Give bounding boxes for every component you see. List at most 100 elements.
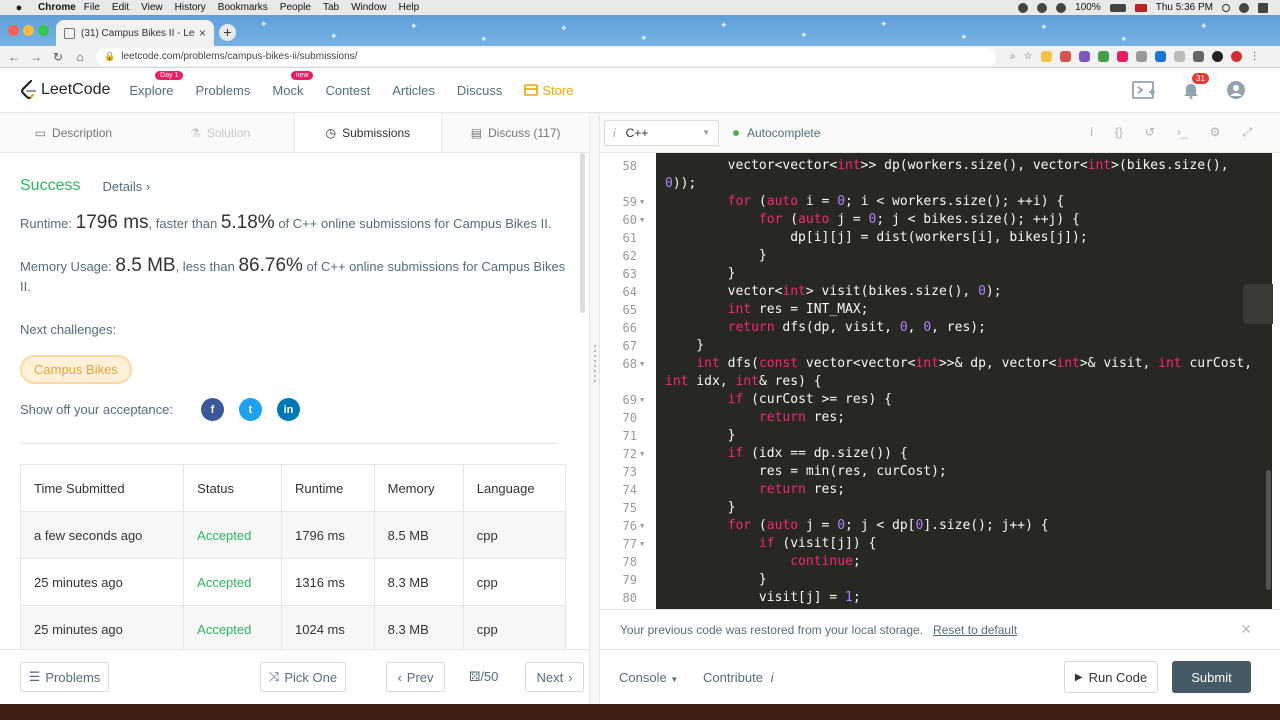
fold-arrow-icon[interactable]: ▼ [640, 193, 644, 211]
menu-view[interactable]: View [141, 2, 163, 13]
problems-list-button[interactable]: ☰ Problems [20, 662, 109, 692]
apple-icon[interactable]: ● [12, 2, 26, 14]
tab-solution[interactable]: ⚗ Solution [147, 113, 294, 152]
contribute-link[interactable]: Contribute i [703, 670, 774, 685]
forward-button[interactable]: → [28, 50, 44, 64]
tab-description[interactable]: ▭ Description [0, 113, 147, 152]
window-minimize-button[interactable] [23, 25, 34, 36]
menu-history[interactable]: History [175, 2, 206, 13]
code-line[interactable]: 0)); [600, 175, 1272, 193]
code-line[interactable]: 58 vector<vector<int>> dp(workers.size()… [600, 157, 1272, 175]
menubar-app-name[interactable]: Chrome [38, 2, 76, 13]
close-tab-icon[interactable]: × [199, 26, 206, 40]
home-button[interactable]: ⌂ [72, 50, 88, 64]
extension-icon[interactable] [1192, 51, 1204, 62]
flag-icon[interactable] [1134, 3, 1147, 12]
panel-splitter[interactable] [589, 113, 600, 704]
bookmark-star-icon[interactable]: ☆ [1024, 51, 1033, 62]
prev-button[interactable]: ‹ Prev [386, 662, 445, 692]
fold-arrow-icon[interactable]: ▼ [640, 517, 644, 535]
code-line[interactable]: 68 ▼ int dfs(const vector<vector<int>>& d… [600, 355, 1272, 373]
pick-one-button[interactable]: ⤨ Pick One [260, 662, 346, 692]
code-line[interactable]: 62 } [600, 247, 1272, 265]
facebook-icon[interactable]: f [200, 398, 224, 421]
extension-icon[interactable] [1230, 51, 1242, 62]
menu-help[interactable]: Help [399, 2, 420, 13]
status-link[interactable]: Accepted [183, 558, 282, 606]
nav-contest[interactable]: Contest [325, 83, 370, 98]
notifications[interactable]: 31 [1182, 73, 1209, 99]
editor-scrollbar[interactable] [1266, 470, 1271, 590]
floating-widget[interactable] [1243, 284, 1273, 324]
page-indicator[interactable]: ⚄/50 [469, 669, 498, 685]
lock-icon[interactable]: 🔒 [104, 51, 115, 62]
challenge-chip[interactable]: Campus Bikes [20, 355, 132, 384]
code-line[interactable]: 76 ▼ for (auto j = 0; j < dp[0].size(); j… [600, 517, 1272, 535]
code-line[interactable]: 60 ▼ for (auto j = 0; j < bikes.size(); +… [600, 211, 1272, 229]
nav-explore[interactable]: Explore Day 1 [129, 70, 184, 98]
code-editor[interactable]: 58 vector<vector<int>> dp(workers.size()… [600, 153, 1272, 609]
twitter-icon[interactable]: t [238, 398, 262, 421]
notification-center-icon[interactable] [1258, 2, 1268, 13]
spotlight-icon[interactable] [1222, 3, 1230, 12]
code-line[interactable]: 72 ▼ if (idx == dp.size()) { [600, 445, 1272, 463]
fold-arrow-icon[interactable]: ▼ [640, 211, 644, 229]
details-link[interactable]: Details › [102, 179, 150, 194]
fold-arrow-icon[interactable]: ▼ [640, 445, 644, 463]
code-line[interactable]: 78 continue; [600, 553, 1272, 571]
window-close-button[interactable] [8, 25, 19, 36]
tab-submissions[interactable]: ◷ Submissions [293, 113, 443, 152]
record-icon[interactable] [1018, 2, 1029, 13]
menu-people[interactable]: People [280, 2, 311, 13]
reset-icon[interactable]: ↺ [1145, 125, 1155, 140]
braces-icon[interactable]: {} [1115, 125, 1123, 140]
linkedin-icon[interactable]: in [276, 398, 300, 421]
code-line[interactable]: 61 dp[i][j] = dist(workers[i], bikes[j])… [600, 229, 1272, 247]
code-line[interactable]: 73 res = min(res, curCost); [600, 463, 1272, 481]
code-line[interactable]: 75 } [600, 499, 1272, 517]
status-link[interactable]: Accepted [183, 605, 282, 649]
code-line[interactable]: 74 return res; [600, 481, 1272, 499]
code-line[interactable]: 67 } [600, 337, 1272, 355]
profile-avatar-icon[interactable] [1211, 51, 1223, 62]
nav-mock[interactable]: Mock new [272, 70, 314, 98]
next-button[interactable]: Next › [525, 662, 584, 692]
submit-button[interactable]: Submit [1172, 661, 1251, 693]
nav-store[interactable]: Store [524, 83, 573, 98]
settings-icon[interactable]: ⚙ [1210, 125, 1221, 140]
back-button[interactable]: ← [6, 50, 22, 64]
close-icon[interactable]: ✕ [1240, 621, 1252, 638]
code-line[interactable]: 66 return dfs(dp, visit, 0, 0, res); [600, 319, 1272, 337]
fold-arrow-icon[interactable]: ▼ [640, 535, 644, 553]
fold-arrow-icon[interactable]: ▼ [640, 391, 644, 409]
fullscreen-icon[interactable]: ⤢ [1242, 125, 1252, 140]
window-zoom-button[interactable] [38, 25, 49, 36]
extension-icon[interactable] [1135, 51, 1147, 62]
console-toggle[interactable]: Console ▼ [619, 670, 678, 685]
menu-tab[interactable]: Tab [323, 2, 339, 13]
battery-level[interactable]: 100% [1075, 2, 1101, 13]
code-line[interactable]: 80 visit[j] = 1; [600, 589, 1272, 607]
code-line[interactable]: 77 ▼ if (visit[j]) { [600, 535, 1272, 553]
code-line[interactable]: 70 return res; [600, 409, 1272, 427]
wifi-icon[interactable] [1056, 2, 1067, 13]
nav-problems[interactable]: Problems [195, 83, 250, 98]
menu-edit[interactable]: Edit [112, 2, 129, 13]
reset-to-default-link[interactable]: Reset to default [933, 623, 1017, 637]
drag-handle-icon[interactable] [594, 345, 596, 385]
code-line[interactable]: 65 int res = INT_MAX; [600, 301, 1272, 319]
run-code-button[interactable]: ▶ Run Code [1064, 661, 1158, 693]
zoom-icon[interactable]: ⌕ [1010, 51, 1016, 62]
extension-icon[interactable] [1116, 51, 1128, 62]
playground-icon[interactable] [1132, 80, 1156, 100]
address-bar[interactable]: 🔒 leetcode.com/problems/campus-bikes-ii/… [96, 47, 996, 66]
user-avatar-icon[interactable] [1226, 80, 1246, 100]
code-line[interactable]: int idx, int& res) { [600, 373, 1272, 391]
clock[interactable]: Thu 5:36 PM [1156, 2, 1213, 13]
nav-discuss[interactable]: Discuss [457, 83, 503, 98]
battery-icon[interactable] [1109, 3, 1126, 12]
extension-icon[interactable] [1078, 51, 1090, 62]
chrome-menu-icon[interactable]: ⋮ [1250, 51, 1260, 62]
browser-tab[interactable]: (31) Campus Bikes II - LeetCod × [56, 20, 214, 46]
menu-window[interactable]: Window [351, 2, 387, 13]
